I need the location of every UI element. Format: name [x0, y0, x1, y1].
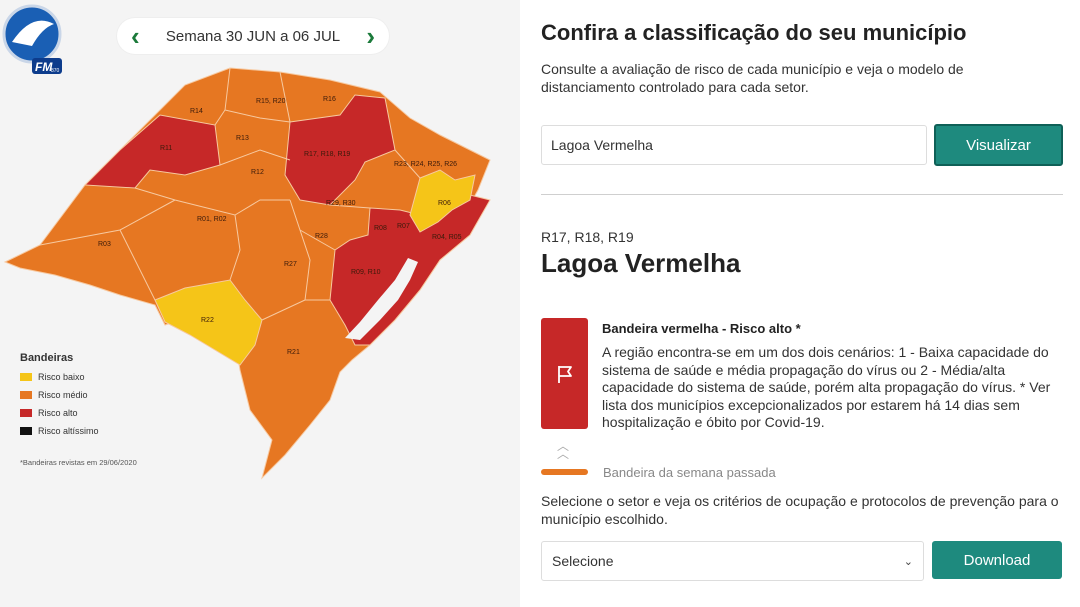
flag-badge: [541, 318, 588, 429]
legend-title: Bandeiras: [20, 352, 74, 364]
legend-label: Risco alto: [38, 408, 78, 418]
panel-description: Consulte a avaliação de risco de cada mu…: [541, 61, 964, 95]
map-legend: Bandeiras Risco baixo Risco médio Risco …: [20, 352, 99, 444]
week-selector: ‹ Semana 30 JUN a 06 JUL ›: [117, 18, 389, 54]
map-label: R14: [190, 108, 203, 115]
map-label: R21: [287, 349, 300, 356]
chevron-down-icon: ⌄: [903, 555, 913, 568]
legend-label: Risco baixo: [38, 372, 85, 382]
flag-icon: [20, 391, 32, 399]
chevron-right-icon[interactable]: ›: [366, 23, 375, 49]
legend-label: Risco médio: [38, 390, 88, 400]
municipality-name: Lagoa Vermelha: [541, 248, 741, 278]
visualize-button[interactable]: Visualizar: [934, 124, 1063, 166]
legend-item-high: Risco alto: [20, 408, 99, 418]
map-label: R06: [438, 200, 451, 207]
flag-description: A região encontra-se em um dos dois cená…: [602, 344, 1051, 430]
flag-icon: [557, 365, 572, 383]
map-panel: FM 870 ‹ Semana 30 JUN a 06 JUL › R14 R1…: [0, 0, 520, 607]
map-label: R29, R30: [326, 200, 356, 207]
map-label: R16: [323, 96, 336, 103]
map-label: R28: [315, 233, 328, 240]
map-label: R12: [251, 169, 264, 176]
sector-select-value: Selecione: [552, 553, 614, 569]
chevron-up-icon[interactable]: ︿ ︿: [557, 440, 569, 460]
chevron-left-icon[interactable]: ‹: [131, 23, 140, 49]
map-label: R08: [374, 225, 387, 232]
legend-label: Risco altíssimo: [38, 426, 99, 436]
municipality-search-input[interactable]: Lagoa Vermelha: [541, 125, 927, 165]
map-label: R17, R18, R19: [304, 151, 350, 158]
map-label: R15, R20: [256, 98, 286, 105]
map-label: R13: [236, 135, 249, 142]
sector-select-description: Selecione o setor e veja os critérios de…: [541, 493, 1059, 527]
flag-icon: [20, 427, 32, 435]
map-label: R07: [397, 223, 410, 230]
map-label: R27: [284, 261, 297, 268]
legend-item-medium: Risco médio: [20, 390, 99, 400]
map-label: R03: [98, 241, 111, 248]
legend-item-very-high: Risco altíssimo: [20, 426, 99, 436]
previous-week-label: Bandeira da semana passada: [603, 465, 776, 480]
region-codes: R17, R18, R19: [541, 229, 634, 245]
panel-title: Confira a classificação do seu município: [541, 20, 967, 45]
sector-select[interactable]: Selecione ⌄: [541, 541, 924, 581]
legend-note: *Bandeiras revistas em 29/06/2020: [20, 458, 137, 467]
divider: [541, 194, 1063, 195]
map-label: R22: [201, 317, 214, 324]
previous-week-flag-bar: [541, 469, 588, 475]
legend-item-low: Risco baixo: [20, 372, 99, 382]
map-label: R04, R05: [432, 234, 462, 241]
flag-icon: [20, 409, 32, 417]
flag-title: Bandeira vermelha - Risco alto *: [602, 321, 801, 336]
map-label: R01, R02: [197, 216, 227, 223]
week-label: Semana 30 JUN a 06 JUL: [165, 27, 341, 45]
map-label: R23, R24, R25, R26: [394, 161, 457, 168]
map-label: R09, R10: [351, 269, 381, 276]
download-button[interactable]: Download: [932, 541, 1062, 579]
flag-icon: [20, 373, 32, 381]
map-label: R11: [160, 145, 172, 152]
